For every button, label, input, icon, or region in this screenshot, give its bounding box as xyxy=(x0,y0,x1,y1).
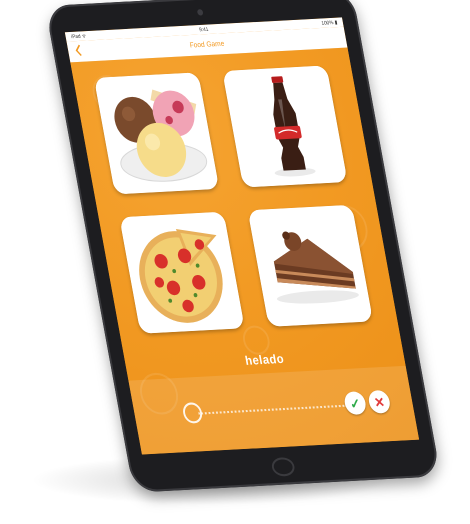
microphone-icon[interactable] xyxy=(181,402,204,424)
chevron-left-icon xyxy=(75,44,82,57)
card-cola-bottle[interactable] xyxy=(222,65,348,188)
status-time: 9:41 xyxy=(198,26,209,33)
bottom-control-bar: ✓ ✕ xyxy=(128,365,420,455)
card-chocolate-cake[interactable] xyxy=(247,204,374,327)
close-button[interactable]: ✕ xyxy=(367,389,392,414)
status-battery: 100% ▮ xyxy=(320,19,338,27)
check-icon: ✓ xyxy=(348,395,362,412)
page-title: Food Game xyxy=(189,39,225,50)
background-doodle xyxy=(240,324,272,356)
front-camera-icon xyxy=(196,9,204,16)
card-ice-cream[interactable] xyxy=(93,72,220,195)
check-button[interactable]: ✓ xyxy=(342,391,368,416)
back-button[interactable] xyxy=(70,42,86,59)
cake-image xyxy=(247,204,374,327)
ice-cream-image xyxy=(93,72,220,195)
card-pizza[interactable] xyxy=(119,211,245,334)
pizza-image xyxy=(119,211,245,334)
home-button[interactable] xyxy=(270,456,297,477)
progress-track xyxy=(198,404,348,415)
app-screen: iPad ᯤ 9:41 100% ▮ Food Game helado ✓ ✕ xyxy=(64,17,420,455)
game-area: helado ✓ ✕ xyxy=(70,47,420,455)
status-carrier: iPad ᯤ xyxy=(70,32,87,40)
cola-bottle-image xyxy=(222,65,348,188)
scene: iPad ᯤ 9:41 100% ▮ Food Game helado ✓ ✕ xyxy=(0,0,470,524)
close-icon: ✕ xyxy=(372,393,386,410)
tablet-device: iPad ᯤ 9:41 100% ▮ Food Game helado ✓ ✕ xyxy=(45,0,441,493)
